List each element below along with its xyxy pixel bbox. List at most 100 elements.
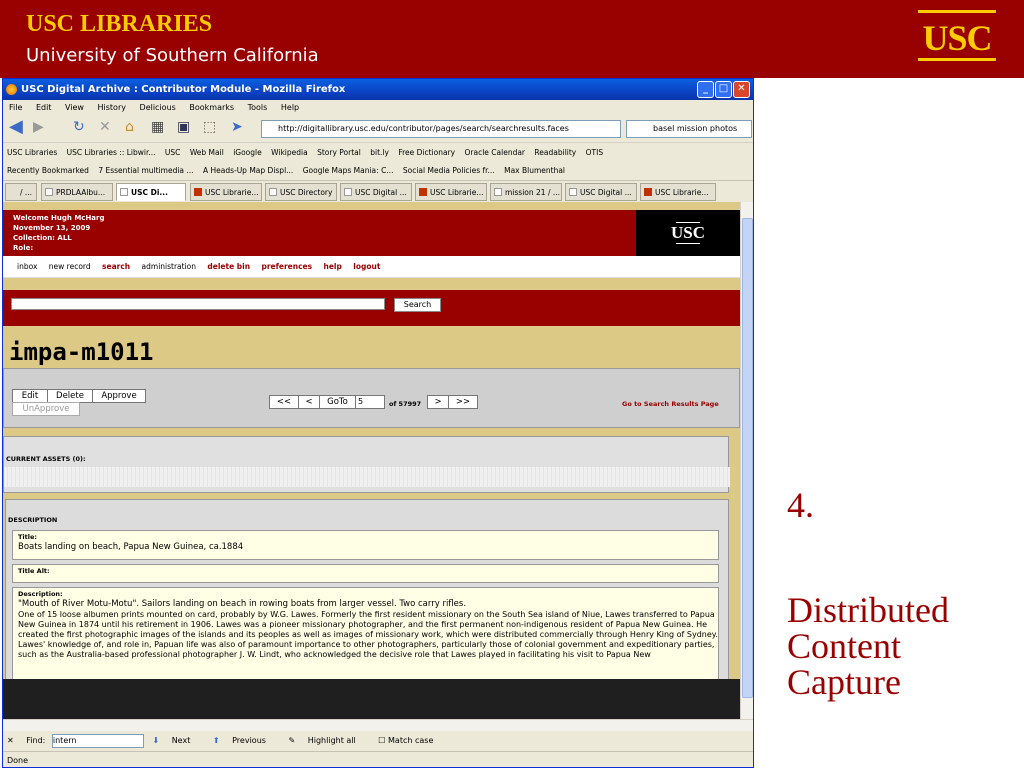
unapprove-button[interactable]: UnApprove (12, 402, 80, 416)
nav-logout[interactable]: logout (353, 262, 380, 271)
url-bar[interactable]: http://digitallibrary.usc.edu/contributo… (261, 120, 621, 138)
close-find-icon[interactable]: ✕ (7, 736, 14, 745)
bookmark-item[interactable]: iGoogle (233, 148, 262, 157)
tab[interactable]: USC Digital ... (340, 183, 412, 201)
toolbar-icon-1[interactable]: ▦ (151, 119, 164, 135)
prev-page-button[interactable]: < (298, 395, 320, 409)
bookmark-item[interactable]: USC Libraries (7, 148, 57, 157)
find-next-button[interactable]: ⬇ Next (152, 736, 200, 745)
tab[interactable]: USC Librarie... (640, 183, 716, 201)
maximize-button[interactable]: □ (715, 81, 732, 98)
tab[interactable]: USC Librarie... (415, 183, 487, 201)
menu-file[interactable]: File (9, 103, 22, 112)
slide-banner: USC LIBRARIES University of Southern Cal… (0, 0, 1024, 78)
scroll-thumb[interactable] (742, 218, 753, 698)
menu-bookmarks[interactable]: Bookmarks (189, 103, 234, 112)
last-page-button[interactable]: >> (448, 395, 478, 409)
delete-button[interactable]: Delete (47, 389, 93, 403)
title-alt-field[interactable]: Title Alt: (12, 564, 719, 583)
usc-logo: USC (912, 8, 1002, 64)
bookmark-item[interactable]: OTIS (586, 148, 603, 157)
forward-icon[interactable]: ▶ (33, 119, 44, 135)
menu-history[interactable]: History (98, 103, 126, 112)
find-bar: ✕ Find: ⬇ Next ⬆ Previous ✎ Highlight al… (3, 731, 753, 751)
goto-input[interactable]: 5 (355, 395, 385, 409)
bookmark-item[interactable]: A Heads-Up Map Displ... (203, 166, 293, 175)
search-band: Search (3, 290, 740, 326)
logo-line (676, 222, 700, 223)
welcome-collection: Collection: ALL (13, 234, 72, 242)
search-box[interactable]: basel mission photos (626, 120, 752, 138)
find-prev-label: Previous (232, 736, 266, 745)
bookmark-item[interactable]: bit.ly (370, 148, 389, 157)
toolbar-icon-2[interactable]: ▣ (177, 119, 190, 135)
next-page-button[interactable]: > (427, 395, 449, 409)
first-page-button[interactable]: << (269, 395, 299, 409)
highlight-all-button[interactable]: ✎ Highlight all (288, 736, 365, 745)
toolbar-icon-3[interactable]: ➤ (231, 119, 243, 135)
assets-label: CURRENT ASSETS (0): (6, 455, 86, 463)
bookmark-item[interactable]: Recently Bookmarked (7, 166, 89, 175)
page-search-button[interactable]: Search (394, 298, 441, 312)
nav-new-record[interactable]: new record (49, 262, 91, 271)
find-prev-button[interactable]: ⬆ Previous (213, 736, 276, 745)
bookmark-item[interactable]: Web Mail (190, 148, 224, 157)
reload-icon[interactable]: ↻ (73, 119, 85, 135)
bookmark-item[interactable]: Readability (534, 148, 576, 157)
vertical-scrollbar[interactable] (740, 202, 753, 719)
bookmark-item[interactable]: Oracle Calendar (465, 148, 526, 157)
home-icon[interactable]: ⌂ (125, 119, 134, 135)
menu-delicious[interactable]: Delicious (140, 103, 176, 112)
bookmark-item[interactable]: USC (165, 148, 181, 157)
title-field[interactable]: Title: Boats landing on beach, Papua New… (12, 530, 719, 560)
tab[interactable]: USC Directory (265, 183, 337, 201)
page-icon (494, 188, 502, 196)
current-assets-panel: CURRENT ASSETS (0): (3, 436, 730, 493)
page-icon (569, 188, 577, 196)
minimize-button[interactable]: _ (697, 81, 714, 98)
banner-title: USC LIBRARIES (26, 11, 213, 37)
tab-active[interactable]: USC Di... (116, 183, 186, 201)
nav-search[interactable]: search (102, 262, 130, 271)
bookmark-item[interactable]: Free Dictionary (398, 148, 455, 157)
page-search-input[interactable] (11, 298, 385, 310)
goto-results-link[interactable]: Go to Search Results Page (622, 397, 719, 411)
goto-button[interactable]: GoTo (319, 395, 356, 409)
find-next-label: Next (171, 736, 191, 745)
tab[interactable]: mission 21 / ... (490, 183, 562, 201)
nav-administration[interactable]: administration (142, 262, 196, 271)
match-case-checkbox[interactable]: ☐ Match case (378, 736, 443, 745)
firefox-icon (6, 84, 17, 95)
logo-line (676, 243, 700, 244)
bookmark-item[interactable]: Google Maps Mania: C... (303, 166, 394, 175)
tab[interactable]: USC Digital ... (565, 183, 637, 201)
nav-help[interactable]: help (324, 262, 342, 271)
menu-view[interactable]: View (65, 103, 84, 112)
bookmark-item[interactable]: Wikipedia (271, 148, 308, 157)
find-input[interactable] (51, 733, 144, 748)
bookmark-item[interactable]: Max Blumenthal (504, 166, 565, 175)
tag-icon[interactable]: ⬚ (203, 119, 216, 135)
horizontal-scrollbar[interactable] (3, 719, 753, 731)
approve-button[interactable]: Approve (92, 389, 146, 403)
close-window-button[interactable]: ✕ (733, 81, 750, 98)
edit-button[interactable]: Edit (12, 389, 48, 403)
nav-preferences[interactable]: preferences (261, 262, 312, 271)
description-label: DESCRIPTION (8, 516, 58, 524)
tab[interactable]: / ... (5, 183, 37, 201)
bookmark-item[interactable]: Story Portal (317, 148, 361, 157)
page-icon (344, 188, 352, 196)
tab[interactable]: PRDLAAlbu... (41, 183, 113, 201)
stop-icon[interactable]: ✕ (99, 119, 111, 135)
banner-subtitle: University of Southern California (26, 45, 319, 66)
menu-tools[interactable]: Tools (248, 103, 268, 112)
nav-delete-bin[interactable]: delete bin (207, 262, 250, 271)
bookmark-item[interactable]: USC Libraries :: Libwir... (67, 148, 156, 157)
tab[interactable]: USC Librarie... (190, 183, 262, 201)
menu-help[interactable]: Help (281, 103, 299, 112)
bookmark-item[interactable]: Social Media Policies fr... (403, 166, 495, 175)
menu-edit[interactable]: Edit (36, 103, 52, 112)
back-icon[interactable]: ◀ (9, 116, 23, 137)
bookmark-item[interactable]: 7 Essential multimedia ... (98, 166, 193, 175)
nav-inbox[interactable]: inbox (17, 262, 37, 271)
